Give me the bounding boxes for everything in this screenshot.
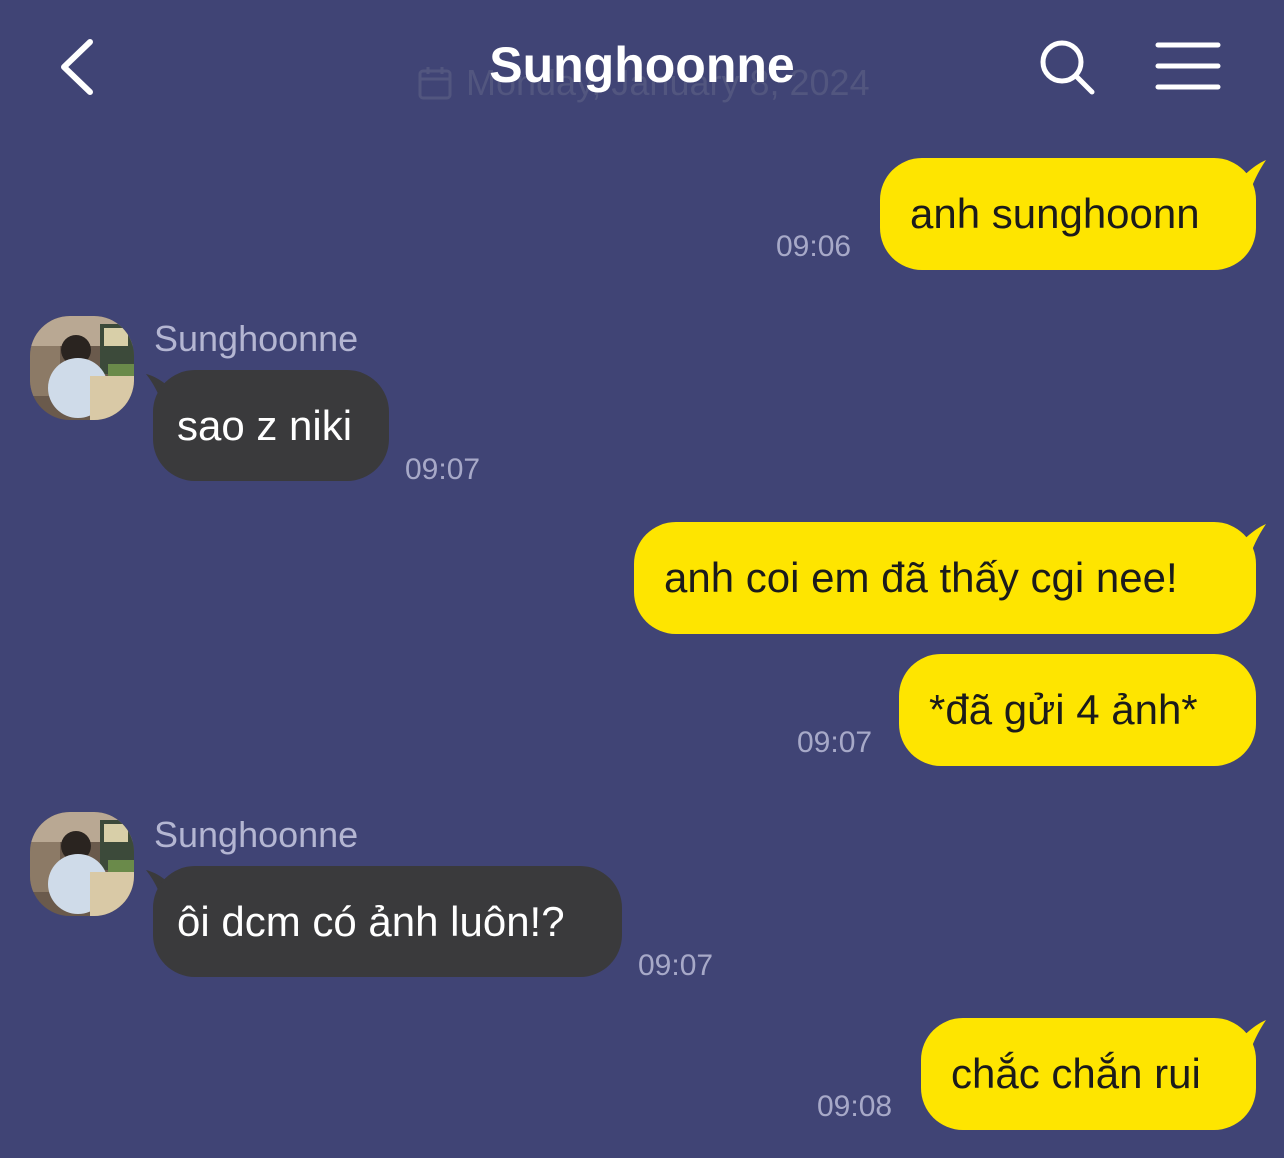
message-timestamp: 09:07 (405, 453, 481, 486)
message-text: sao z niki (177, 401, 353, 449)
message-timestamp: 09:06 (776, 230, 852, 263)
message-bubble-incoming[interactable]: ôi dcm có ảnh luôn!? (153, 866, 622, 977)
message-text: anh coi em đã thấy cgi nee! (664, 554, 1178, 601)
search-icon[interactable] (1036, 36, 1098, 98)
message-bubble-outgoing[interactable]: anh sunghoonn (880, 158, 1256, 270)
message-text: ôi dcm có ảnh luôn!? (177, 897, 565, 945)
message-bubble-outgoing[interactable]: chắc chắn rui (921, 1018, 1256, 1130)
message-text: chắc chắn rui (951, 1050, 1201, 1097)
sender-name: Sunghoonne (154, 318, 359, 359)
avatar[interactable] (30, 316, 134, 420)
message-timestamp: 09:07 (638, 949, 714, 982)
avatar[interactable] (30, 812, 134, 916)
avatar-photo (30, 812, 134, 916)
message-bubble-incoming[interactable]: sao z niki (153, 370, 389, 481)
message-timestamp: 09:08 (817, 1090, 893, 1123)
message-bubble-outgoing[interactable]: anh coi em đã thấy cgi nee! (634, 522, 1256, 634)
message-timestamp: 09:07 (797, 726, 873, 759)
avatar-photo (30, 316, 134, 420)
message-text: anh sunghoonn (910, 190, 1200, 237)
chat-header: Monday, January 8, 2024 Sunghoonne (0, 0, 1284, 140)
hamburger-menu-icon[interactable] (1154, 40, 1222, 92)
sender-name: Sunghoonne (154, 814, 359, 855)
message-text: *đã gửi 4 ảnh* (929, 686, 1198, 733)
message-bubble-outgoing[interactable]: *đã gửi 4 ảnh* (899, 654, 1256, 766)
